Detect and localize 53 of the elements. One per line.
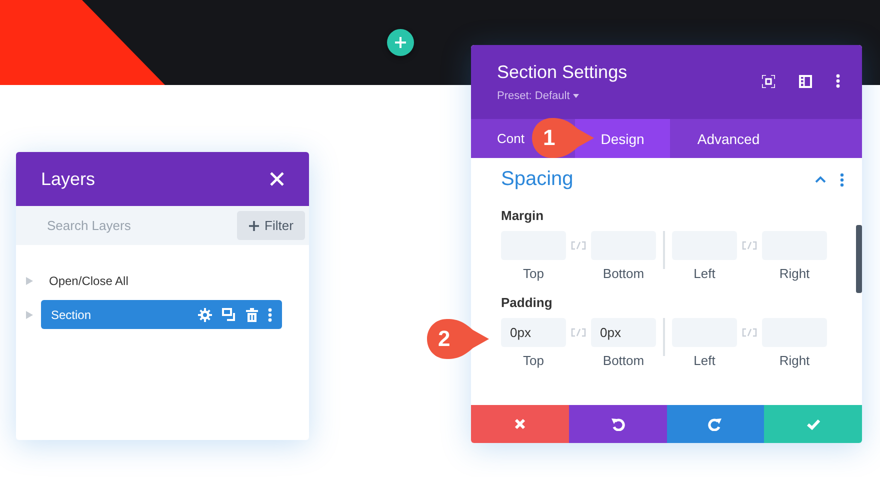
tab[interactable]: Advanced bbox=[670, 119, 787, 158]
section-heading: Spacing bbox=[501, 168, 574, 191]
settings-icon[interactable] bbox=[198, 308, 212, 322]
undo-button[interactable] bbox=[568, 405, 666, 443]
layer-label: Section bbox=[51, 308, 92, 322]
redo-icon bbox=[708, 417, 722, 431]
undo-icon bbox=[610, 417, 625, 431]
scrollbar-thumb[interactable] bbox=[856, 225, 862, 293]
tab[interactable]: Design bbox=[575, 119, 670, 158]
close-icon bbox=[514, 418, 526, 430]
chevron-up-icon[interactable] bbox=[815, 176, 826, 183]
more-icon[interactable] bbox=[836, 74, 840, 88]
save-button[interactable] bbox=[764, 405, 862, 443]
field-caption: Right bbox=[779, 353, 810, 368]
field-label: Padding bbox=[501, 295, 554, 310]
expand-arrow-icon[interactable] bbox=[26, 277, 33, 285]
plus-icon bbox=[248, 220, 259, 230]
search-field[interactable]: Search Layers bbox=[45, 217, 199, 234]
redo-button[interactable] bbox=[666, 405, 764, 443]
split-view-icon[interactable] bbox=[799, 74, 812, 88]
expand-arrow-icon[interactable] bbox=[26, 310, 33, 318]
more-icon[interactable] bbox=[840, 172, 844, 186]
panel-title: Layers bbox=[41, 168, 96, 190]
close-icon[interactable] bbox=[270, 172, 284, 186]
input-field[interactable]: 0px bbox=[501, 318, 566, 347]
layer-item[interactable]: Section bbox=[41, 300, 282, 329]
panel-title: Section Settings bbox=[497, 62, 628, 83]
layer-item[interactable]: Open/Close All bbox=[41, 270, 282, 292]
field-label: Margin bbox=[501, 208, 545, 223]
field-caption: Left bbox=[694, 266, 716, 281]
duplicate-icon[interactable] bbox=[222, 308, 236, 321]
field-caption: Bottom bbox=[602, 266, 644, 281]
input-field[interactable]: 0px bbox=[591, 318, 656, 347]
field-caption: Left bbox=[694, 353, 716, 368]
check-icon bbox=[806, 418, 820, 430]
callout-marker: 2 bbox=[425, 317, 491, 361]
field-caption: Top bbox=[523, 266, 544, 281]
link-icon[interactable] bbox=[741, 241, 758, 250]
field-caption: Right bbox=[779, 266, 810, 281]
preset-dropdown[interactable]: Preset: Default bbox=[497, 90, 628, 102]
link-icon[interactable] bbox=[570, 241, 587, 250]
tab[interactable]: Cont bbox=[471, 119, 529, 158]
field-caption: Top bbox=[523, 353, 544, 368]
focus-icon[interactable] bbox=[762, 74, 775, 88]
link-icon[interactable] bbox=[570, 328, 587, 337]
plus-icon bbox=[395, 37, 406, 48]
trash-icon[interactable] bbox=[246, 308, 258, 322]
more-icon[interactable] bbox=[268, 308, 272, 322]
caret-icon bbox=[572, 94, 579, 98]
link-icon[interactable] bbox=[741, 328, 758, 337]
layer-label: Open/Close All bbox=[49, 274, 128, 288]
filter-button[interactable]: Filter bbox=[237, 211, 305, 240]
field-caption: Bottom bbox=[602, 353, 644, 368]
